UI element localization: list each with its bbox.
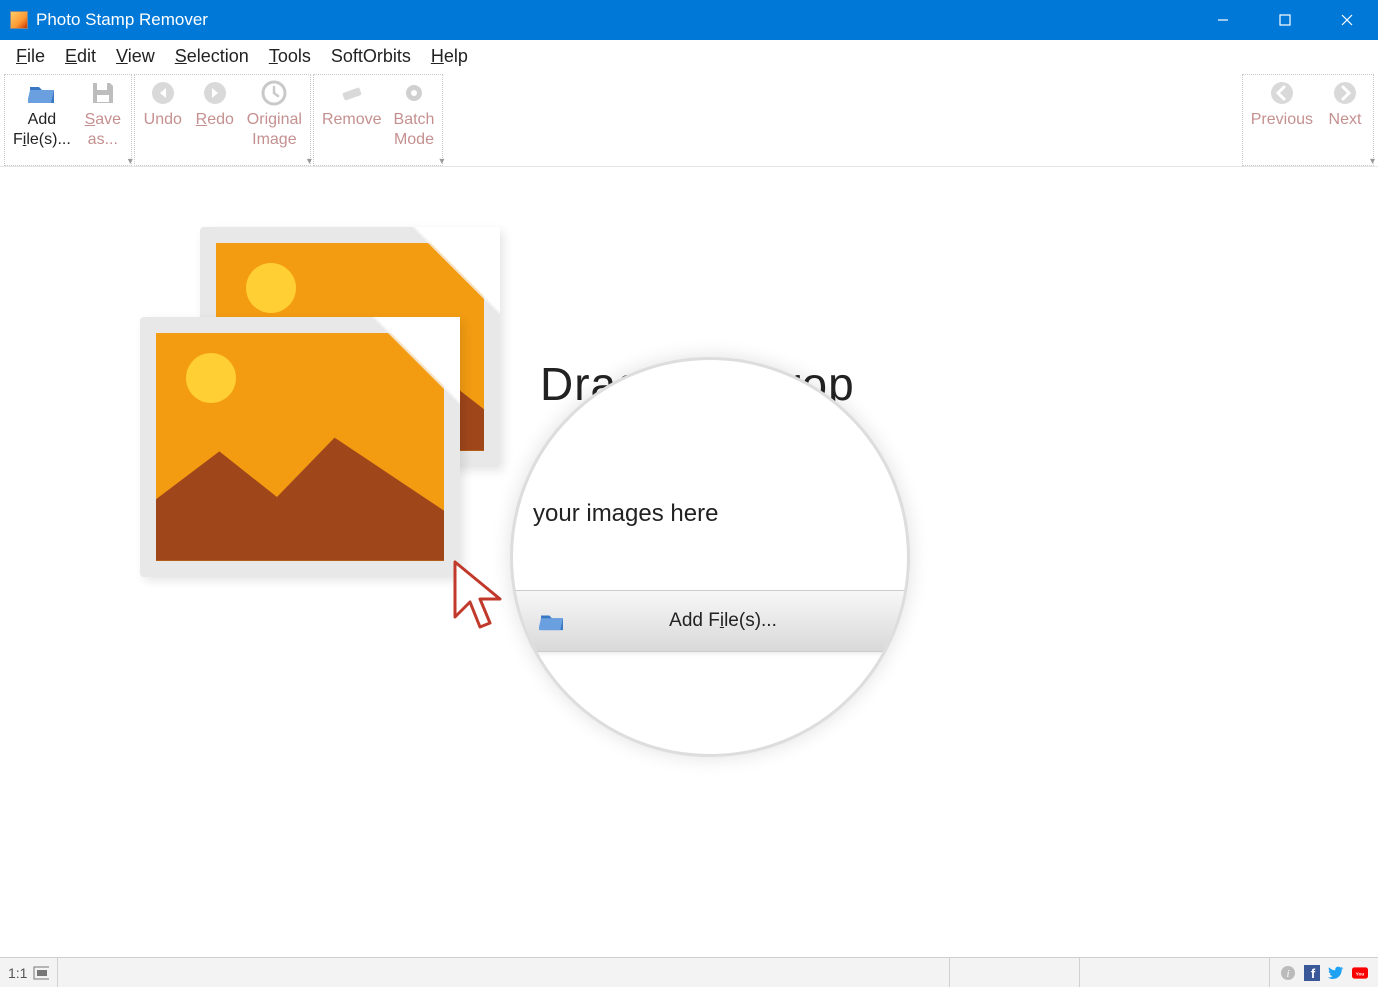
menu-edit[interactable]: Edit bbox=[55, 42, 106, 71]
drop-zone[interactable]: Drag and Drop your images here Add File(… bbox=[140, 227, 960, 787]
add-files-button[interactable]: AddFile(s)... bbox=[7, 76, 77, 164]
previous-button[interactable]: Previous bbox=[1245, 76, 1319, 164]
menu-file-label: ile bbox=[27, 46, 45, 66]
facebook-icon[interactable]: f bbox=[1304, 965, 1320, 981]
original-image-button[interactable]: OriginalImage bbox=[241, 76, 308, 164]
info-icon[interactable]: i bbox=[1280, 965, 1296, 981]
maximize-button[interactable] bbox=[1254, 0, 1316, 40]
magnifier-lens: your images here Add File(s)... bbox=[510, 357, 910, 757]
save-as-button[interactable]: Saveas... bbox=[77, 76, 129, 164]
undo-button[interactable]: Undo bbox=[137, 76, 189, 164]
svg-text:You: You bbox=[1356, 971, 1365, 977]
menu-file[interactable]: File bbox=[6, 42, 55, 71]
title-bar: Photo Stamp Remover bbox=[0, 0, 1378, 40]
redo-button[interactable]: Redo bbox=[189, 76, 241, 164]
add-files-bar-label: Add File(s)... bbox=[579, 610, 907, 632]
zoom-indicator[interactable]: 1:1 bbox=[0, 958, 58, 987]
youtube-icon[interactable]: You bbox=[1352, 965, 1368, 981]
history-icon bbox=[259, 78, 289, 108]
status-empty-1 bbox=[58, 958, 950, 987]
svg-text:i: i bbox=[1286, 968, 1289, 980]
redo-label: Redo bbox=[196, 110, 234, 130]
window-controls bbox=[1192, 0, 1378, 40]
toolbar-group-history: Undo Redo OriginalImage bbox=[134, 74, 311, 166]
image-illustration-front bbox=[140, 317, 460, 577]
save-as-label: Saveas... bbox=[85, 110, 121, 150]
menu-help[interactable]: Help bbox=[421, 42, 478, 71]
toolbar-group-nav: Previous Next bbox=[1242, 74, 1374, 166]
app-icon bbox=[10, 11, 28, 29]
add-files-bar[interactable]: Add File(s)... bbox=[513, 590, 907, 652]
menu-bar: File Edit View Selection Tools SoftOrbit… bbox=[0, 40, 1378, 73]
close-button[interactable] bbox=[1316, 0, 1378, 40]
remove-button[interactable]: Remove bbox=[316, 76, 388, 164]
previous-label: Previous bbox=[1251, 110, 1313, 130]
twitter-icon[interactable] bbox=[1328, 965, 1344, 981]
menu-view[interactable]: View bbox=[106, 42, 165, 71]
next-label: Next bbox=[1329, 110, 1362, 130]
svg-text:f: f bbox=[1311, 966, 1316, 981]
add-files-label: AddFile(s)... bbox=[13, 110, 71, 150]
undo-label: Undo bbox=[144, 110, 182, 130]
app-title: Photo Stamp Remover bbox=[36, 10, 1192, 30]
undo-icon bbox=[148, 78, 178, 108]
batch-mode-button[interactable]: BatchMode bbox=[388, 76, 441, 164]
chevron-right-icon bbox=[1330, 78, 1360, 108]
toolbar-group-file: AddFile(s)... Saveas... bbox=[4, 74, 132, 166]
chevron-left-icon bbox=[1267, 78, 1297, 108]
fit-screen-icon bbox=[33, 966, 49, 980]
menu-softorbits[interactable]: SoftOrbits bbox=[321, 42, 421, 71]
status-bar: 1:1 i f You bbox=[0, 957, 1378, 987]
original-image-label: OriginalImage bbox=[247, 110, 302, 150]
drop-subtitle: your images here bbox=[533, 500, 718, 528]
workspace[interactable]: Drag and Drop your images here Add File(… bbox=[0, 167, 1378, 957]
next-button[interactable]: Next bbox=[1319, 76, 1371, 164]
gear-icon bbox=[399, 78, 429, 108]
status-empty-3 bbox=[1080, 958, 1270, 987]
toolbar-group-actions: Remove BatchMode bbox=[313, 74, 444, 166]
folder-open-icon bbox=[539, 610, 565, 632]
batch-mode-label: BatchMode bbox=[394, 110, 435, 150]
minimize-button[interactable] bbox=[1192, 0, 1254, 40]
toolbar: AddFile(s)... Saveas... Undo Redo Origin… bbox=[0, 73, 1378, 167]
folder-open-icon bbox=[27, 78, 57, 108]
redo-icon bbox=[200, 78, 230, 108]
eraser-icon bbox=[337, 78, 367, 108]
zoom-label: 1:1 bbox=[8, 965, 27, 981]
remove-label: Remove bbox=[322, 110, 382, 130]
menu-selection[interactable]: Selection bbox=[165, 42, 259, 71]
save-icon bbox=[88, 78, 118, 108]
menu-tools[interactable]: Tools bbox=[259, 42, 321, 71]
status-empty-2 bbox=[950, 958, 1080, 987]
